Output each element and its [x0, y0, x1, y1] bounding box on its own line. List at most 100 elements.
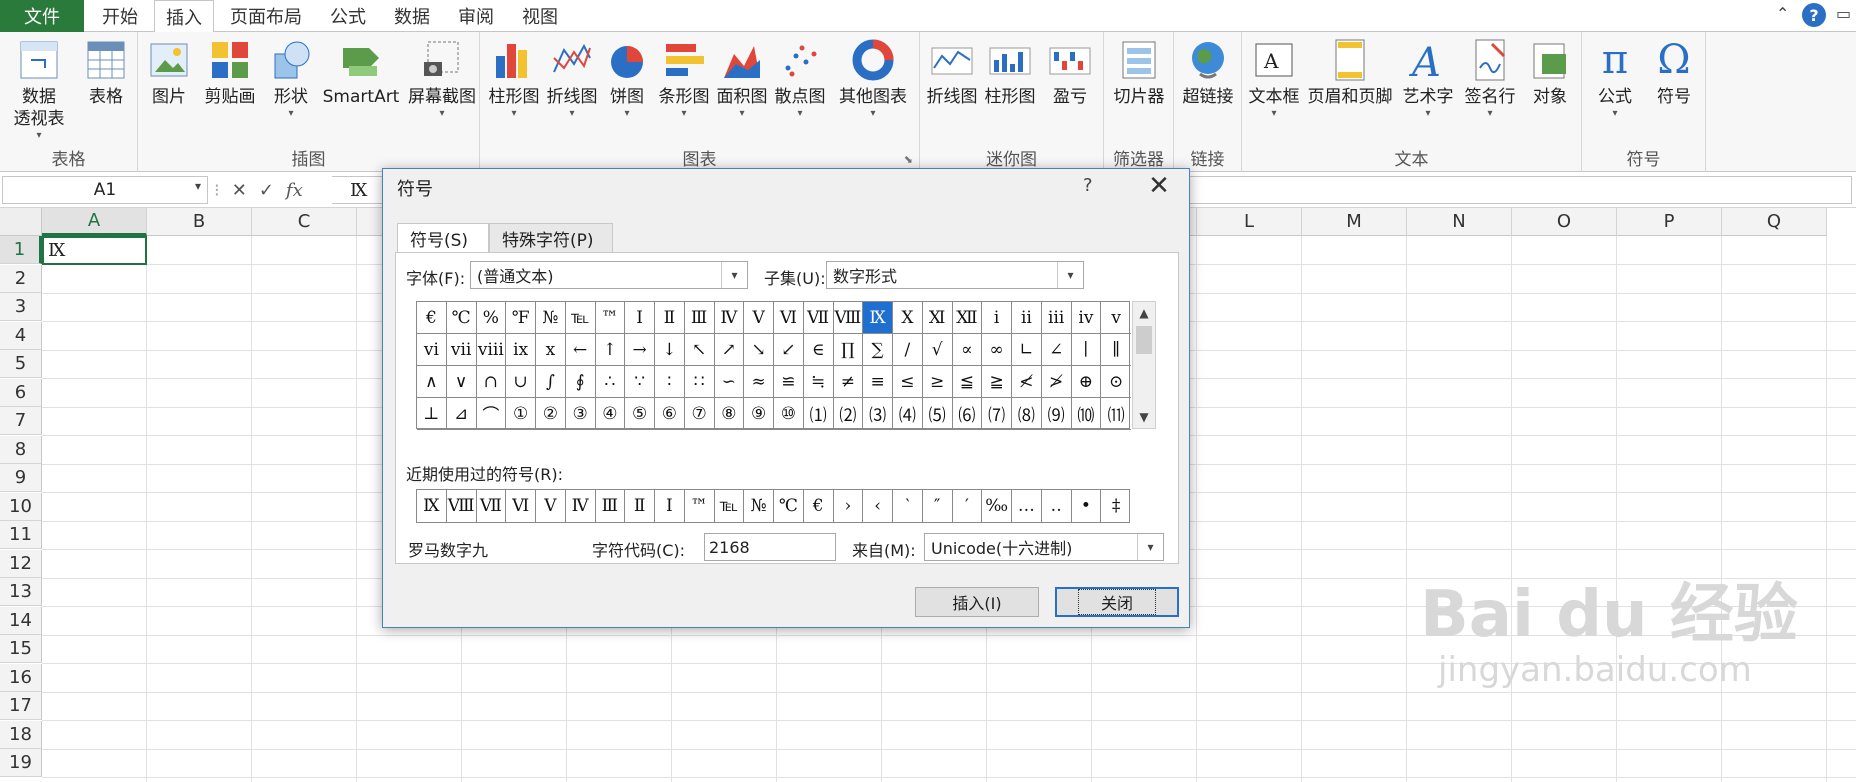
symbol-cell[interactable]: ∕: [893, 334, 923, 366]
column-header-a[interactable]: A: [42, 208, 147, 236]
shapes-button[interactable]: 形状 ▾: [266, 36, 316, 120]
picture-button[interactable]: 图片: [144, 36, 194, 108]
row-header-8[interactable]: 8: [0, 435, 42, 464]
sparkline-column-button[interactable]: 柱形图: [982, 36, 1038, 108]
recent-symbol-cell[interactable]: Ⅷ: [447, 490, 477, 522]
chevron-down-icon[interactable]: ▾: [1057, 262, 1083, 288]
pie-chart-button[interactable]: 饼图 ▾: [602, 36, 652, 120]
symbol-cell[interactable]: ™: [595, 302, 626, 334]
name-box[interactable]: A1 ▾: [2, 176, 208, 204]
symbol-cell[interactable]: ⑴: [803, 398, 834, 430]
tab-view[interactable]: 视图: [510, 0, 570, 32]
symbol-cell[interactable]: Ⅵ: [774, 302, 804, 334]
symbol-cell[interactable]: ∧: [417, 366, 447, 398]
symbol-cell[interactable]: ↓: [655, 334, 685, 366]
symbol-cell[interactable]: ⊙: [1101, 366, 1131, 398]
symbol-cell[interactable]: ↑: [595, 334, 626, 366]
symbol-cell[interactable]: ⑥: [655, 398, 685, 430]
recent-symbol-cell[interactable]: €: [804, 490, 834, 522]
symbol-cell[interactable]: Ⅺ: [922, 302, 953, 334]
table-button[interactable]: 表格: [78, 36, 134, 108]
symbol-cell[interactable]: ←: [565, 334, 596, 366]
symbol-cell[interactable]: ↖: [684, 334, 715, 366]
symbol-cell[interactable]: ⅶ: [446, 334, 477, 366]
recent-symbol-cell[interactable]: Ⅰ: [655, 490, 685, 522]
symbol-cell[interactable]: ③: [565, 398, 596, 430]
symbol-cell[interactable]: ∝: [952, 334, 983, 366]
symbol-cell[interactable]: ≧: [982, 366, 1012, 398]
symbol-cell[interactable]: ↘: [744, 334, 774, 366]
symbol-cell[interactable]: Ⅻ: [952, 302, 983, 334]
symbol-cell[interactable]: √: [922, 334, 953, 366]
recent-symbol-cell[interactable]: №: [744, 490, 774, 522]
pivot-table-button[interactable]: 数据 透视表 ▾: [4, 36, 74, 142]
chevron-down-icon[interactable]: ▾: [1137, 534, 1163, 560]
recent-symbol-cell[interactable]: …: [1012, 490, 1042, 522]
row-header-17[interactable]: 17: [0, 692, 42, 720]
tab-home[interactable]: 开始: [88, 0, 152, 32]
tab-symbols[interactable]: 符号(S): [397, 223, 489, 254]
symbol-cell[interactable]: ⅳ: [1071, 302, 1102, 334]
slicer-button[interactable]: 切片器: [1108, 36, 1170, 108]
column-header-c[interactable]: C: [252, 208, 357, 236]
symbol-cell[interactable]: ⑤: [625, 398, 655, 430]
symbol-cell[interactable]: ⅱ: [1012, 302, 1042, 334]
symbol-cell[interactable]: ⑵: [833, 398, 864, 430]
symbol-cell[interactable]: ⊕: [1071, 366, 1102, 398]
recent-symbol-cell[interactable]: ″: [923, 490, 953, 522]
symbol-cell[interactable]: ≥: [922, 366, 953, 398]
symbol-cell[interactable]: ∪: [506, 366, 536, 398]
symbol-button[interactable]: Ω 符号: [1646, 36, 1702, 108]
recent-symbol-cell[interactable]: ™: [685, 490, 715, 522]
file-tab[interactable]: 文件: [0, 0, 84, 32]
symbol-cell[interactable]: ∩: [476, 366, 507, 398]
symbol-cell[interactable]: Ⅹ: [893, 302, 923, 334]
row-header-3[interactable]: 3: [0, 293, 42, 321]
area-chart-button[interactable]: 面积图 ▾: [714, 36, 770, 120]
hyperlink-button[interactable]: 超链接: [1178, 36, 1238, 108]
font-select[interactable]: (普通文本) ▾: [470, 261, 748, 289]
column-header-b[interactable]: B: [147, 208, 252, 236]
symbol-grid-scrollbar[interactable]: ▲ ▼: [1132, 301, 1156, 429]
symbol-cell[interactable]: Ⅷ: [833, 302, 864, 334]
symbol-cell[interactable]: Ⅶ: [803, 302, 834, 334]
recent-symbol-cell[interactable]: ‡: [1101, 490, 1131, 522]
column-header-p[interactable]: P: [1617, 208, 1722, 236]
row-header-12[interactable]: 12: [0, 549, 42, 578]
subset-select[interactable]: 数字形式 ▾: [826, 261, 1084, 289]
help-icon[interactable]: ?: [1802, 3, 1826, 27]
symbol-cell[interactable]: ∴: [595, 366, 626, 398]
symbol-cell[interactable]: ∞: [982, 334, 1012, 366]
recent-symbol-cell[interactable]: ℡: [715, 490, 745, 522]
symbol-cell[interactable]: ⑼: [1041, 398, 1072, 430]
symbol-cell[interactable]: ⑧: [714, 398, 745, 430]
recent-symbol-cell[interactable]: Ⅲ: [596, 490, 626, 522]
text-box-button[interactable]: A 文本框 ▾: [1246, 36, 1302, 120]
wordart-button[interactable]: A 艺术字 ▾: [1398, 36, 1458, 120]
drag-handle-icon[interactable]: ⁝: [214, 180, 220, 201]
symbol-cell[interactable]: ∷: [684, 366, 715, 398]
symbol-cell[interactable]: ℃: [446, 302, 477, 334]
symbol-cell[interactable]: ∫: [536, 366, 566, 398]
symbol-cell[interactable]: ⑻: [1012, 398, 1042, 430]
symbol-cell[interactable]: ∥: [1101, 334, 1131, 366]
symbol-cell[interactable]: ⑶: [863, 398, 893, 430]
symbol-cell[interactable]: ②: [536, 398, 566, 430]
clip-art-button[interactable]: 剪贴画: [198, 36, 262, 108]
row-header-18[interactable]: 18: [0, 720, 42, 749]
recent-symbol-cell[interactable]: •: [1072, 490, 1102, 522]
recent-symbol-cell[interactable]: Ⅵ: [506, 490, 536, 522]
symbol-cell[interactable]: ⅴ: [1101, 302, 1131, 334]
recent-symbol-cell[interactable]: ‥: [1042, 490, 1072, 522]
symbol-cell[interactable]: ⌒: [476, 398, 507, 430]
symbol-cell[interactable]: ⑾: [1101, 398, 1131, 430]
symbol-cell[interactable]: ≯: [1041, 366, 1072, 398]
symbol-cell[interactable]: ⑹: [952, 398, 983, 430]
symbol-cell[interactable]: ⑽: [1071, 398, 1102, 430]
tab-insert[interactable]: 插入: [154, 0, 214, 33]
scroll-thumb[interactable]: [1136, 326, 1152, 354]
enter-icon[interactable]: ✓: [259, 180, 274, 201]
symbol-cell[interactable]: ≠: [833, 366, 864, 398]
symbol-cell[interactable]: Ⅳ: [714, 302, 745, 334]
tab-review[interactable]: 审阅: [446, 0, 506, 32]
